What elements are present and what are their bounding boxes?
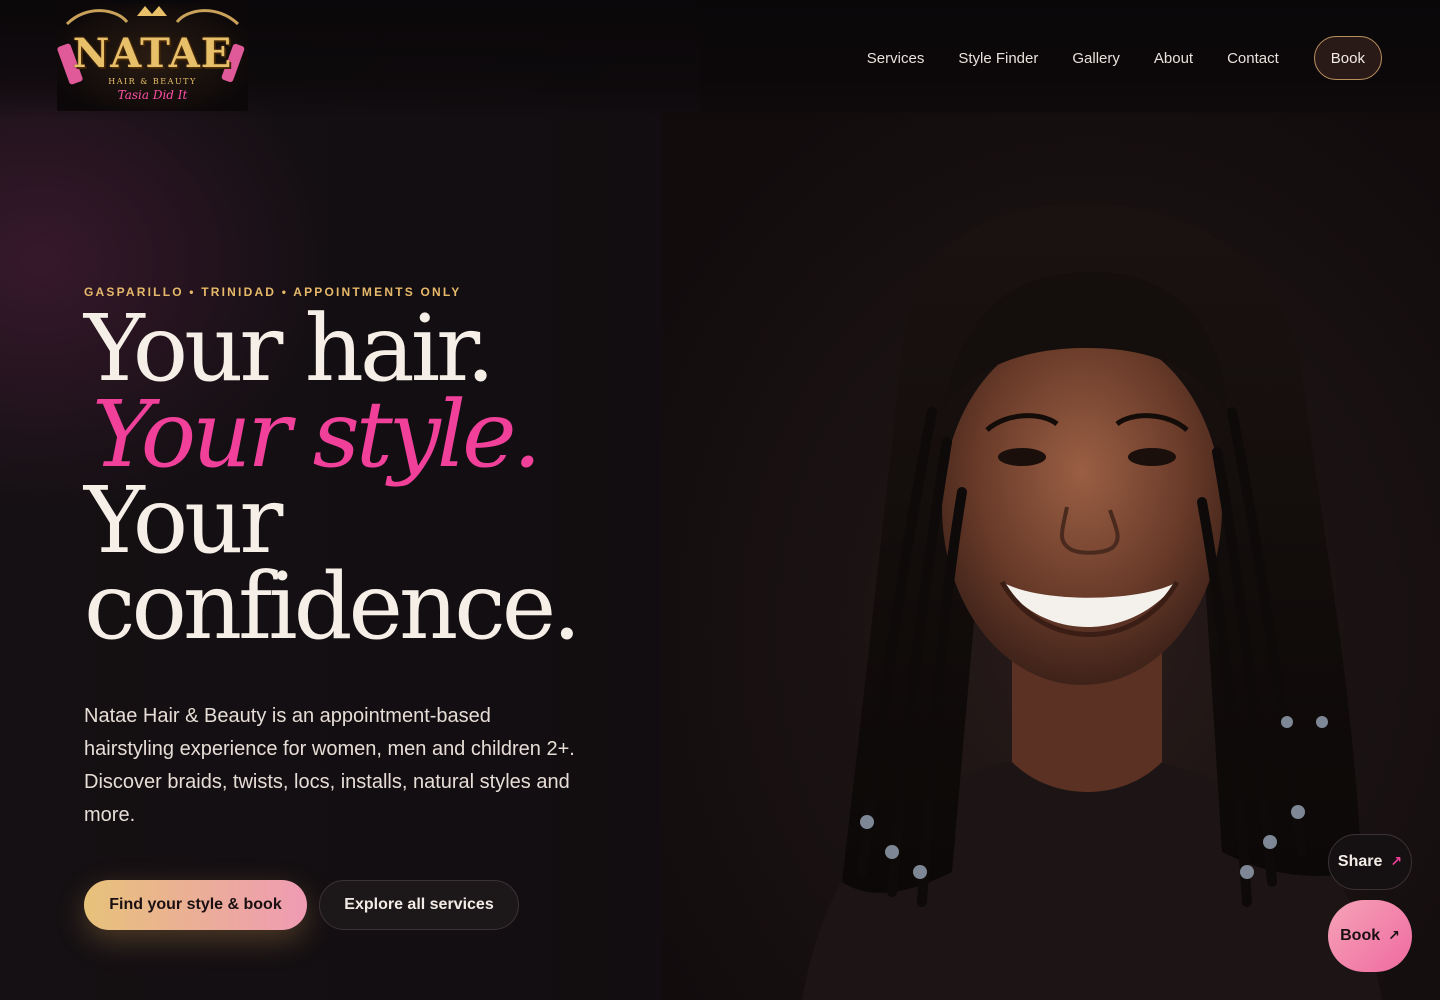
logo-signature: Tasia Did It bbox=[117, 88, 188, 102]
nav-link-style-finder[interactable]: Style Finder bbox=[958, 50, 1038, 67]
main-nav: Services Style Finder Gallery About Cont… bbox=[867, 36, 1382, 80]
headline-line-2-accent: Your style. bbox=[92, 381, 542, 488]
hero-photo bbox=[662, 112, 1440, 1000]
nav-link-contact[interactable]: Contact bbox=[1227, 50, 1279, 67]
nav-link-services[interactable]: Services bbox=[867, 50, 925, 67]
nav-link-about[interactable]: About bbox=[1154, 50, 1193, 67]
explore-services-button[interactable]: Explore all services bbox=[319, 880, 519, 930]
find-style-book-button[interactable]: Find your style & book bbox=[84, 880, 307, 930]
headline-line-1: Your hair. bbox=[84, 295, 495, 402]
headline-line-4: confidence. bbox=[84, 553, 581, 660]
nav-link-gallery[interactable]: Gallery bbox=[1072, 50, 1120, 67]
hero-headline: Your hair. Your style. Your confidence. bbox=[84, 295, 644, 660]
nav-book-button[interactable]: Book bbox=[1313, 36, 1382, 80]
arrow-up-right-icon: ↗ bbox=[1390, 854, 1403, 870]
floating-book-button[interactable]: Book ↗ bbox=[1328, 900, 1412, 972]
headline-line-3: Your bbox=[84, 467, 283, 574]
portrait-illustration bbox=[802, 203, 1382, 1000]
arrow-up-right-icon: ↗ bbox=[1388, 928, 1400, 944]
logo-wordmark: NATAE bbox=[72, 30, 233, 77]
floating-book-label: Book bbox=[1340, 927, 1381, 944]
hero-lead-text: Natae Hair & Beauty is an appointment-ba… bbox=[84, 705, 575, 826]
logo-subtitle: HAIR & BEAUTY bbox=[108, 77, 197, 86]
share-button[interactable]: Share ↗ bbox=[1328, 834, 1412, 890]
share-label: Share bbox=[1337, 853, 1383, 870]
brand-logo[interactable]: NATAE HAIR & BEAUTY Tasia Did It bbox=[57, 4, 248, 111]
